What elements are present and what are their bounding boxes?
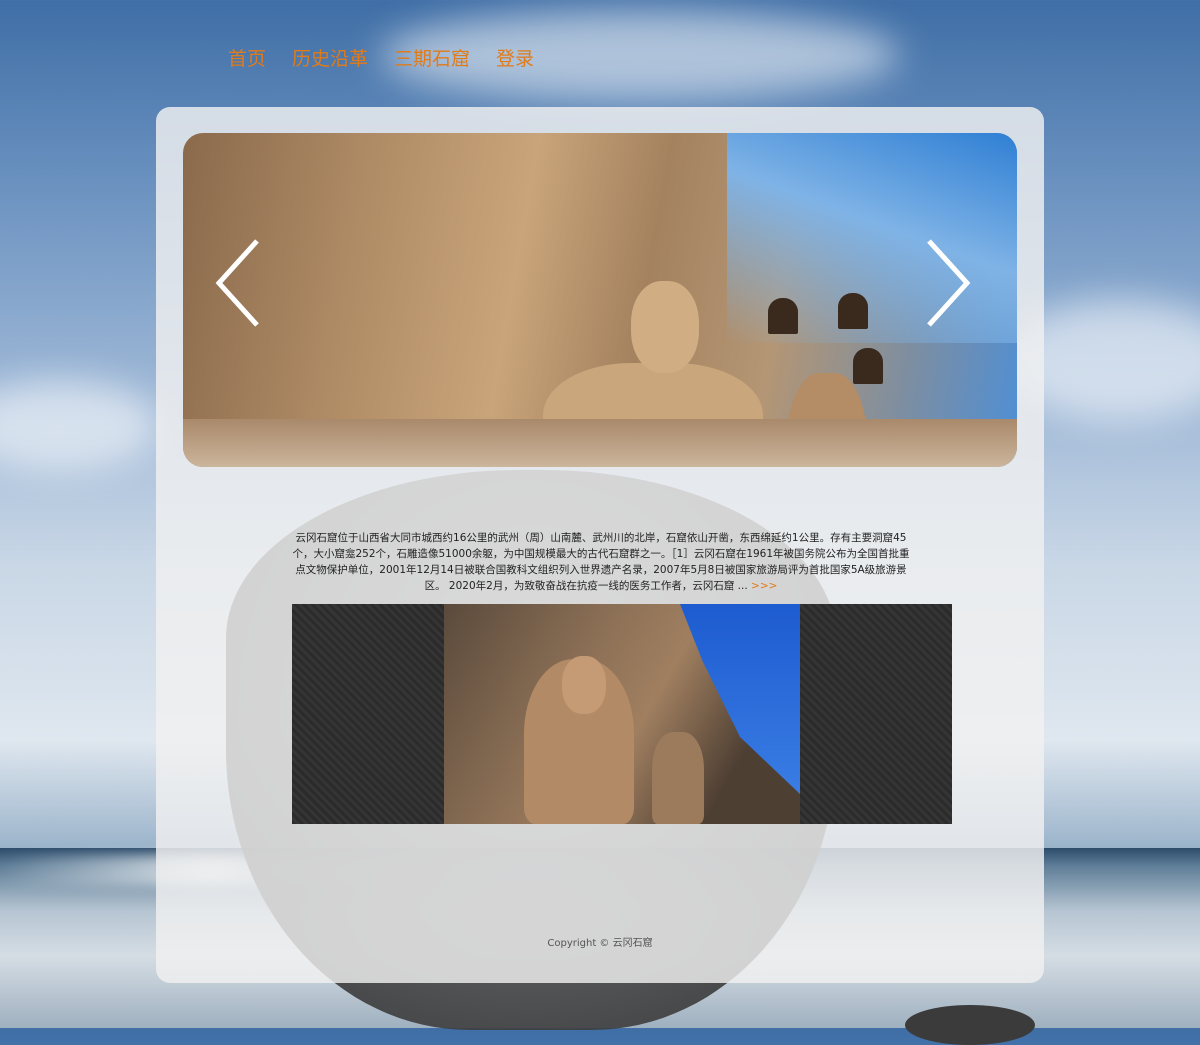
rock-background-small xyxy=(905,1005,1035,1045)
carousel-next-button[interactable] xyxy=(917,233,977,333)
gallery-photo xyxy=(444,604,800,824)
cave-niche xyxy=(768,298,798,334)
photo-gallery xyxy=(292,604,952,824)
chevron-right-icon xyxy=(927,239,971,327)
buddha-head xyxy=(631,281,699,373)
image-carousel xyxy=(183,133,1017,467)
chevron-left-icon xyxy=(215,239,259,327)
cave-niche xyxy=(838,293,868,329)
intro-text-block: 云冈石窟位于山西省大同市城西约16公里的武州（周）山南麓、武州川的北岸，石窟依山… xyxy=(292,530,910,594)
main-nav: 首页 历史沿革 三期石窟 登录 xyxy=(228,44,534,71)
footer-copyright: Copyright © 云冈石窟 xyxy=(547,938,653,949)
gallery-buddha-head xyxy=(562,656,606,714)
read-more-link[interactable]: >>> xyxy=(751,580,777,592)
ground xyxy=(183,419,1017,467)
nav-item-history[interactable]: 历史沿革 xyxy=(292,44,368,71)
nav-item-grottoes[interactable]: 三期石窟 xyxy=(394,44,470,71)
nav-item-home[interactable]: 首页 xyxy=(228,44,266,71)
carousel-prev-button[interactable] xyxy=(209,233,269,333)
nav-item-login[interactable]: 登录 xyxy=(496,44,534,71)
intro-text: 云冈石窟位于山西省大同市城西约16公里的武州（周）山南麓、武州川的北岸，石窟依山… xyxy=(292,532,910,592)
cloud-decoration xyxy=(0,380,160,470)
gallery-small-statue xyxy=(652,732,704,824)
cave-niche xyxy=(853,348,883,384)
